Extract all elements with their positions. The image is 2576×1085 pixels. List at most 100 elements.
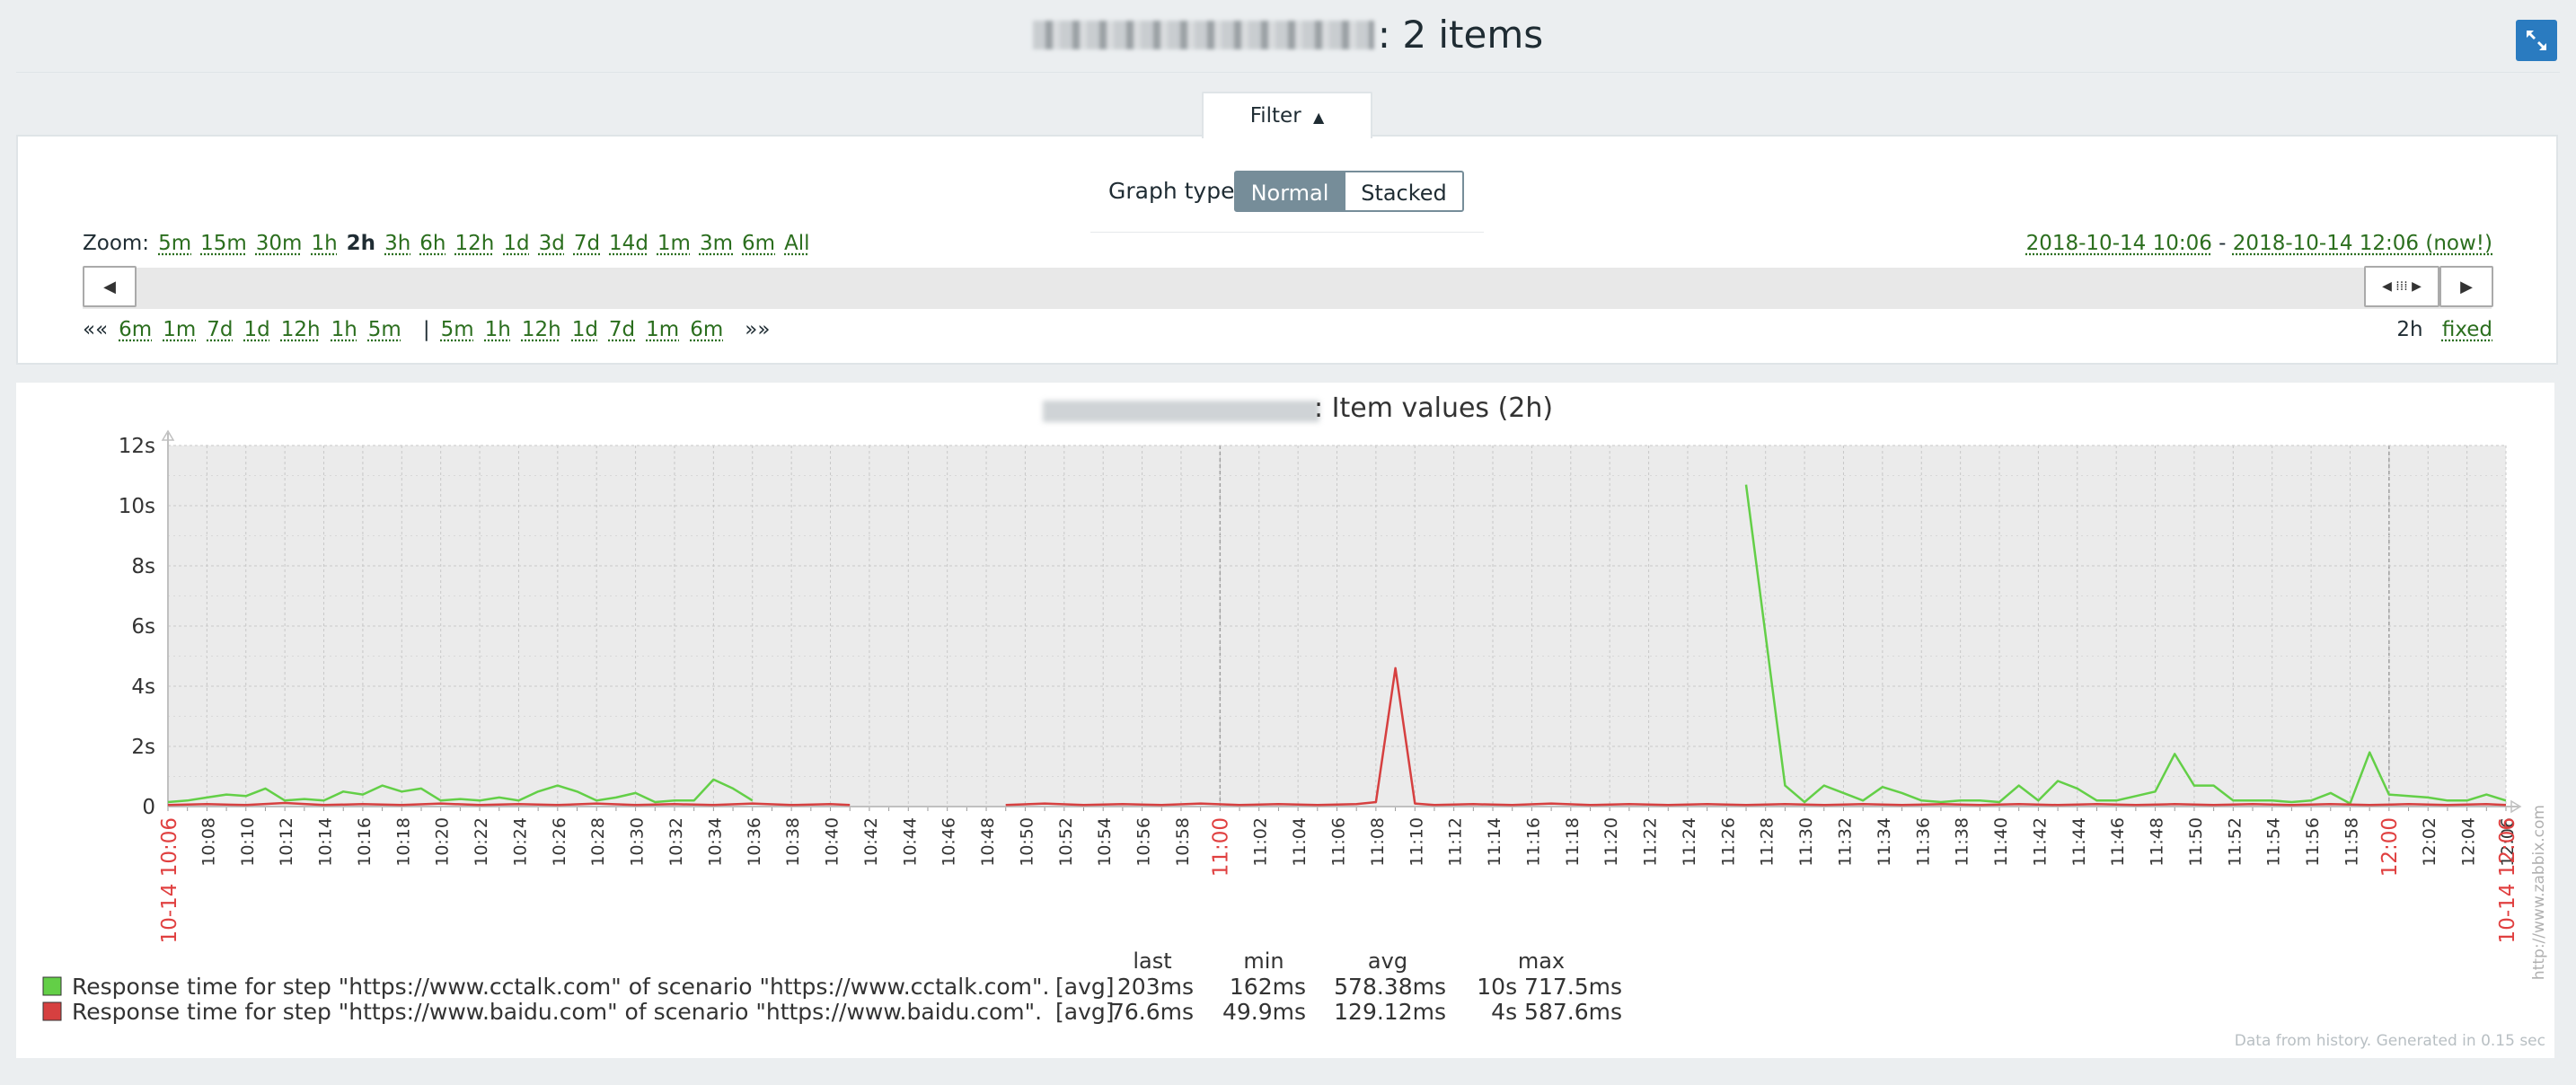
x-tick-label: 10:26 xyxy=(550,817,569,867)
x-tick-label: 10:30 xyxy=(628,817,648,867)
x-tick-label: 11:50 xyxy=(2186,817,2206,867)
zabbix-watermark: http://www.zabbix.com xyxy=(2530,805,2548,980)
x-tick-label: 10:08 xyxy=(198,817,218,867)
zoom-option-15m[interactable]: 15m xyxy=(200,232,247,255)
legend-header-min: min xyxy=(1243,948,1284,974)
nav-forward-1h[interactable]: 1h xyxy=(485,318,511,341)
zoom-option-3h[interactable]: 3h xyxy=(384,232,410,255)
period-range: 2018-10-14 10:06 - 2018-10-14 12:06 (now… xyxy=(2026,232,2492,255)
x-tick-label: 10:44 xyxy=(900,817,920,867)
nav-back-1m[interactable]: 1m xyxy=(163,318,196,341)
nav-back-7d[interactable]: 7d xyxy=(207,318,233,341)
zoom-option-1m[interactable]: 1m xyxy=(657,232,691,255)
zoom-option-30m[interactable]: 30m xyxy=(256,232,303,255)
x-tick-label: 11:18 xyxy=(1563,817,1583,867)
zoom-option-All[interactable]: All xyxy=(784,232,810,255)
x-tick-label: 10:54 xyxy=(1095,817,1115,867)
filter-tab-label: Filter xyxy=(1249,104,1301,128)
x-tick-label: 10:18 xyxy=(393,817,413,867)
triangle-up-icon: ▲ xyxy=(1312,109,1325,126)
period-separator: - xyxy=(2219,232,2227,255)
x-tick-label: 11:54 xyxy=(2264,817,2284,867)
zoom-option-3m[interactable]: 3m xyxy=(700,232,733,255)
x-tick-label: 11:40 xyxy=(1991,817,2011,867)
x-tick-label: 11:20 xyxy=(1601,817,1621,867)
y-tick-label: 8s xyxy=(131,555,155,578)
nav-forward-5m[interactable]: 5m xyxy=(441,318,474,341)
zoom-option-5m[interactable]: 5m xyxy=(158,232,191,255)
filter-tab[interactable]: Filter ▲ xyxy=(1202,92,1372,138)
legend-func: [avg] xyxy=(1055,999,1115,1025)
graph-type-normal-button[interactable]: Normal xyxy=(1234,171,1345,212)
x-tick-label: 11:14 xyxy=(1485,817,1504,867)
nav-back-12h[interactable]: 12h xyxy=(281,318,321,341)
nav-forward-1m[interactable]: 1m xyxy=(646,318,679,341)
nav-back-1h[interactable]: 1h xyxy=(331,318,357,341)
nav-forward-1d[interactable]: 1d xyxy=(572,318,598,341)
legend-header-last: last xyxy=(1133,948,1171,974)
header-divider xyxy=(16,72,2560,73)
nav-back-5m[interactable]: 5m xyxy=(368,318,401,341)
period-from-link[interactable]: 2018-10-14 10:06 xyxy=(2026,232,2212,255)
host-name-blurred xyxy=(1032,21,1374,49)
zoom-option-6h[interactable]: 6h xyxy=(419,232,446,255)
x-tick-label: 10:58 xyxy=(1173,817,1193,867)
y-tick-label: 4s xyxy=(131,675,155,699)
x-tick-label: 11:16 xyxy=(1523,817,1543,867)
legend-last: 76.6ms xyxy=(1110,999,1194,1025)
x-tick-label: 10:16 xyxy=(355,817,375,867)
legend-min: 162ms xyxy=(1230,974,1306,1000)
x-tick-label: 10:24 xyxy=(510,817,530,867)
graph-type-label: Graph type xyxy=(1108,178,1235,204)
zoom-option-2h[interactable]: 2h xyxy=(347,232,375,255)
generation-footer: Data from history. Generated in 0.15 sec xyxy=(2235,1032,2545,1050)
period-to-link[interactable]: 2018-10-14 12:06 (now!) xyxy=(2233,232,2492,255)
x-tick-label: 10:48 xyxy=(978,817,998,867)
period-length-value: 2h xyxy=(2396,318,2423,341)
x-tick-label: 10:14 xyxy=(316,817,336,867)
zoom-options: 5m 15m 30m 1h 2h 3h 6h 12h 1d 3d 7d 14d 1m 3m 6m All xyxy=(158,232,819,255)
nav-forward-links: 5m 1h 12h 1d 7d 1m 6m xyxy=(441,318,735,341)
triangle-left-icon: ◀ xyxy=(103,277,116,296)
fullscreen-icon xyxy=(2527,31,2546,50)
legend-header-max: max xyxy=(1518,948,1565,974)
scroll-left-button[interactable]: ◀ xyxy=(83,266,137,307)
fixed-toggle-link[interactable]: fixed xyxy=(2442,318,2492,341)
scroll-right-button[interactable]: ▶ xyxy=(2439,266,2493,307)
x-edge-label: 10-14 12:06 xyxy=(2496,817,2519,943)
legend-last: 203ms xyxy=(1117,974,1194,1000)
x-tick-label: 11:36 xyxy=(1913,817,1933,867)
nav-back-6m[interactable]: 6m xyxy=(119,318,152,341)
nav-forward-12h[interactable]: 12h xyxy=(522,318,561,341)
zoom-option-3d[interactable]: 3d xyxy=(539,232,565,255)
x-tick-label: 11:22 xyxy=(1641,817,1661,867)
x-tick-label: 11:02 xyxy=(1251,817,1271,867)
zoom-option-1h[interactable]: 1h xyxy=(311,232,337,255)
page-title-suffix: : 2 items xyxy=(1377,13,1544,57)
zoom-option-6m[interactable]: 6m xyxy=(742,232,775,255)
timeline-handle[interactable]: ◀ ⁞⁞⁞ ▶ xyxy=(2364,266,2439,307)
x-tick-label: 11:24 xyxy=(1680,817,1699,867)
zoom-option-14d[interactable]: 14d xyxy=(609,232,648,255)
zoom-option-7d[interactable]: 7d xyxy=(574,232,600,255)
x-tick-label: 10:50 xyxy=(1017,817,1037,867)
nav-forward-6m[interactable]: 6m xyxy=(690,318,723,341)
zoom-option-1d[interactable]: 1d xyxy=(503,232,529,255)
x-tick-label: 12:02 xyxy=(2420,817,2439,867)
nav-forward-7d[interactable]: 7d xyxy=(609,318,635,341)
nav-forward-suffix: »» xyxy=(745,318,771,341)
nav-back-1d[interactable]: 1d xyxy=(243,318,269,341)
graph-type-stacked-button[interactable]: Stacked xyxy=(1344,171,1464,212)
chart-title: : Item values (2h) xyxy=(1314,393,1553,424)
x-tick-label: 10:32 xyxy=(666,817,686,867)
x-tick-label: 11:00 xyxy=(1209,817,1232,877)
nav-back-prefix: «« xyxy=(83,318,109,341)
zoom-option-12h[interactable]: 12h xyxy=(455,232,495,255)
period-length: 2h fixed xyxy=(2396,318,2492,341)
drag-handle-icon: ◀ ⁞⁞⁞ ▶ xyxy=(2382,279,2422,294)
legend-swatch-1 xyxy=(42,976,62,996)
timeline-scrollbar[interactable] xyxy=(83,268,2492,309)
fullscreen-button[interactable] xyxy=(2516,20,2557,61)
x-tick-label: 10:46 xyxy=(940,817,959,867)
navigation-row: «« 6m 1m 7d 1d 12h 1h 5m | 5m 1h 12h 1d 7d 1m 6m »» xyxy=(83,318,781,341)
